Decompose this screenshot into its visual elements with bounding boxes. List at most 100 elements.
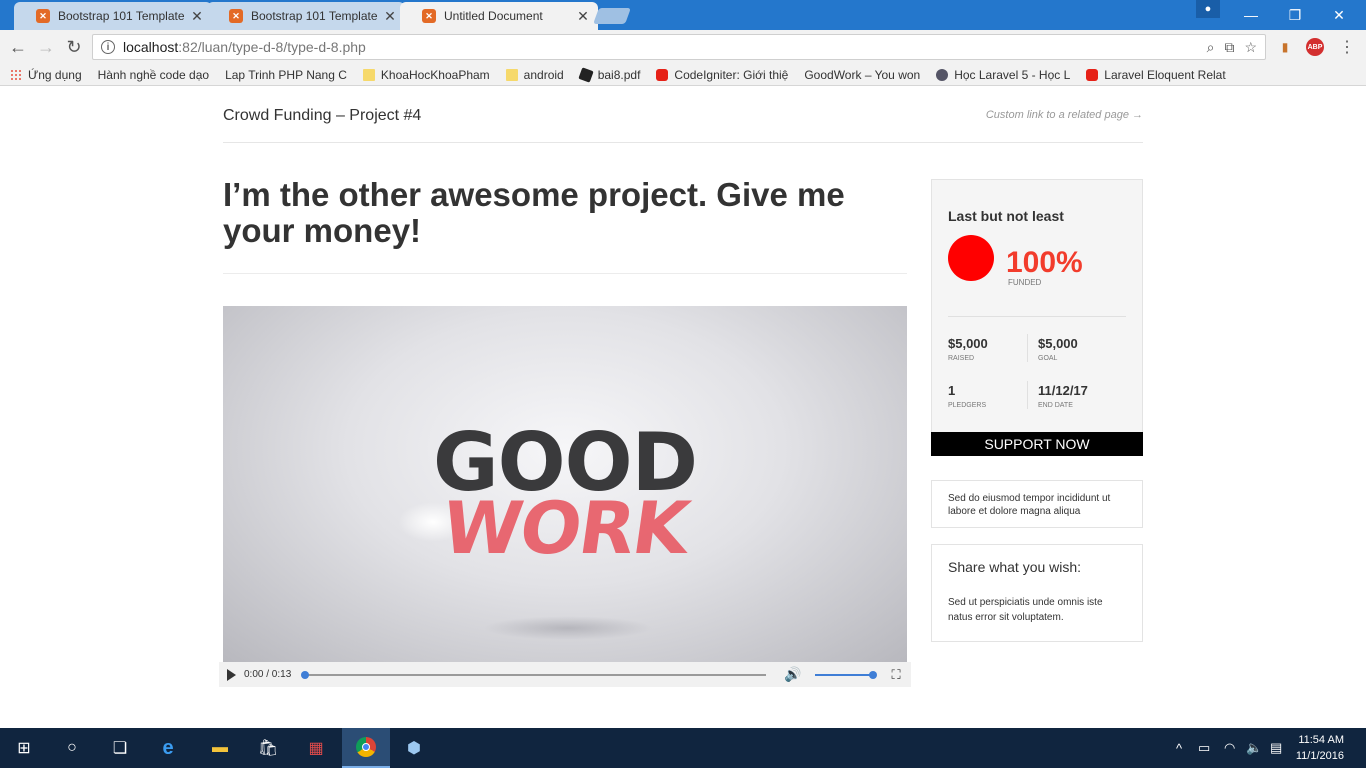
battery-icon[interactable]: ▭ — [1198, 728, 1210, 768]
folder-icon — [362, 68, 375, 81]
fullscreen-icon[interactable]: ⛶ — [891, 667, 900, 683]
tab-label: Untitled Document — [444, 9, 543, 23]
bookmark-item[interactable]: CodeIgniter: Giới thiệ — [656, 68, 788, 82]
browser-tab[interactable]: ✕ Bootstrap 101 Template ✕ — [14, 2, 212, 30]
volume-icon[interactable]: 🔊 — [784, 666, 801, 683]
play-icon[interactable] — [227, 668, 236, 681]
tab-label: Bootstrap 101 Template — [58, 9, 185, 23]
clock-time: 11:54 AM — [1298, 734, 1344, 746]
stat-divider — [1027, 381, 1028, 409]
video-player[interactable]: GOOD WORK — [223, 306, 907, 662]
extension-icon[interactable]: ▮ — [1276, 38, 1294, 56]
app-icon[interactable]: ▦ — [292, 728, 340, 768]
bookmark-label: Lap Trinh PHP Nang C — [225, 67, 347, 82]
close-tab-icon[interactable]: ✕ — [383, 8, 397, 25]
custom-link[interactable]: Custom link to a related page → — [986, 109, 1143, 121]
video-time: 0:00 / 0:13 — [244, 669, 292, 680]
restore-button[interactable]: ❐ — [1272, 0, 1318, 30]
stat-label: RAISED — [948, 355, 975, 362]
bookmark-folder[interactable]: KhoaHocKhoaPham — [362, 67, 490, 82]
pdf-icon — [578, 66, 594, 83]
bookmark-item[interactable]: Laravel Eloquent Relat — [1086, 68, 1226, 82]
stat-goal: $5,000 GOAL — [1038, 336, 1118, 362]
bookmark-item[interactable]: Hành nghề code dạo — [0, 67, 1366, 768]
close-tab-icon[interactable]: ✕ — [190, 8, 204, 25]
share-heading: Share what you wish: — [948, 559, 1082, 575]
youtube-icon — [656, 68, 669, 81]
globe-icon — [936, 68, 949, 81]
new-tab-button[interactable] — [593, 8, 631, 24]
reload-icon[interactable]: ↻ — [62, 35, 86, 59]
bookmark-label: GoodWork – You won — [804, 67, 921, 82]
file-explorer-icon[interactable]: ▬ — [196, 728, 244, 768]
action-center-icon[interactable]: ▤ — [1270, 728, 1282, 768]
bookmark-apps[interactable]: Ứng dụng — [10, 68, 82, 82]
virtualbox-icon[interactable]: ⬢ — [390, 728, 438, 768]
edge-browser-icon[interactable]: e — [144, 728, 192, 768]
adblock-icon[interactable]: ABP — [1306, 38, 1324, 56]
folder-icon — [505, 68, 518, 81]
zoom-icon[interactable]: ⌕ — [1207, 39, 1215, 56]
project-headline: I’m the other awesome project. Give me y… — [223, 176, 845, 249]
funded-label: FUNDED — [1008, 278, 1042, 287]
back-arrow-icon[interactable]: ← — [6, 35, 30, 59]
bookmark-item[interactable]: Lap Trinh PHP Nang C — [0, 67, 1366, 768]
url-path: :82/luan/type-d-8/type-d-8.php — [178, 39, 366, 55]
close-window-button[interactable]: ✕ — [1316, 0, 1362, 30]
start-windows-icon[interactable]: ⊞ — [0, 728, 48, 768]
windows-taskbar: ⊞ ○ ❏ e ▬ 🛍 ▦ ⬢ ^ ▭ ◠ 🔈 ▤ 11:54 AM 11/1/… — [0, 728, 1366, 768]
funded-percent: 100% — [1006, 246, 1083, 279]
show-hidden-icons[interactable]: ^ — [1176, 728, 1182, 768]
volume-tray-icon[interactable]: 🔈 — [1246, 728, 1262, 768]
system-clock[interactable]: 11:54 AM 11/1/2016 — [1294, 732, 1344, 764]
divider — [948, 316, 1126, 317]
wifi-icon[interactable]: ◠ — [1224, 728, 1235, 768]
browser-tab-active[interactable]: ✕ Untitled Document ✕ — [400, 2, 598, 30]
bookmarks-bar: Ứng dụng Hành nghề code dạo Lap Trinh PH… — [0, 64, 1366, 768]
address-bar[interactable]: i localhost:82/luan/type-d-8/type-d-8.ph… — [92, 34, 1266, 60]
stat-end-date: 11/12/17 END DATE — [1038, 383, 1118, 409]
bookmark-label: Hành nghề code dạo — [97, 67, 210, 82]
xampp-icon: ✕ — [36, 9, 50, 23]
share-text: Sed ut perspiciatis unde omnis iste natu… — [948, 597, 1103, 623]
user-profile-icon[interactable]: ● — [1196, 0, 1220, 18]
chrome-icon[interactable] — [342, 728, 390, 768]
widget-text: Sed do eiusmod tempor incididunt ut labo… — [948, 493, 1111, 517]
bookmark-item[interactable]: bai8.pdf — [578, 66, 641, 83]
stat-pledgers: 1 PLEDGERS — [948, 383, 1028, 409]
task-view-icon[interactable]: ❏ — [96, 728, 144, 768]
browser-tab[interactable]: ✕ Bootstrap 101 Template ✕ — [207, 2, 405, 30]
store-icon[interactable]: 🛍 — [244, 728, 292, 768]
clock-date: 11/1/2016 — [1295, 750, 1344, 762]
close-tab-icon[interactable]: ✕ — [576, 8, 590, 25]
page-content: Crowd Funding – Project #4 Custom link t… — [0, 87, 1366, 728]
bookmark-item[interactable]: Học Laravel 5 - Học L — [936, 68, 1070, 82]
star-icon[interactable]: ☆ — [1244, 39, 1257, 56]
seek-handle[interactable] — [301, 670, 309, 679]
share-widget: Share what you wish: Sed ut perspiciatis… — [931, 544, 1143, 642]
divider — [223, 273, 907, 274]
minimize-button[interactable]: — — [1228, 0, 1274, 30]
browser-toolbar: ← → ↻ i localhost:82/luan/type-d-8/type-… — [0, 30, 1366, 64]
bookmark-item[interactable]: GoodWork – You won — [0, 67, 1366, 768]
info-icon[interactable]: i — [101, 40, 115, 54]
xampp-icon: ✕ — [422, 9, 436, 23]
volume-handle[interactable] — [869, 670, 878, 679]
volume-slider[interactable] — [815, 670, 878, 679]
translate-icon[interactable]: ⧉ — [1224, 39, 1234, 56]
cortana-search-icon[interactable]: ○ — [48, 728, 96, 768]
xampp-icon: ✕ — [229, 9, 243, 23]
support-now-button[interactable]: SUPPORT NOW — [931, 432, 1143, 456]
logo-shadow — [483, 616, 653, 640]
stat-value: $5,000 — [1038, 336, 1078, 351]
forward-arrow-icon[interactable]: → — [34, 35, 58, 59]
video-logo-bottom: WORK — [437, 486, 693, 570]
menu-kebab-icon[interactable]: ⋮ — [1338, 38, 1356, 56]
stat-label: END DATE — [1038, 402, 1073, 409]
seek-bar[interactable] — [301, 670, 766, 679]
bookmark-label: KhoaHocKhoaPham — [380, 67, 490, 82]
bookmark-folder[interactable]: android — [505, 68, 564, 82]
text-widget: Sed do eiusmod tempor incididunt ut labo… — [931, 480, 1143, 528]
bookmark-label: bai8.pdf — [597, 67, 641, 82]
site-title: Crowd Funding – Project #4 — [223, 107, 422, 124]
